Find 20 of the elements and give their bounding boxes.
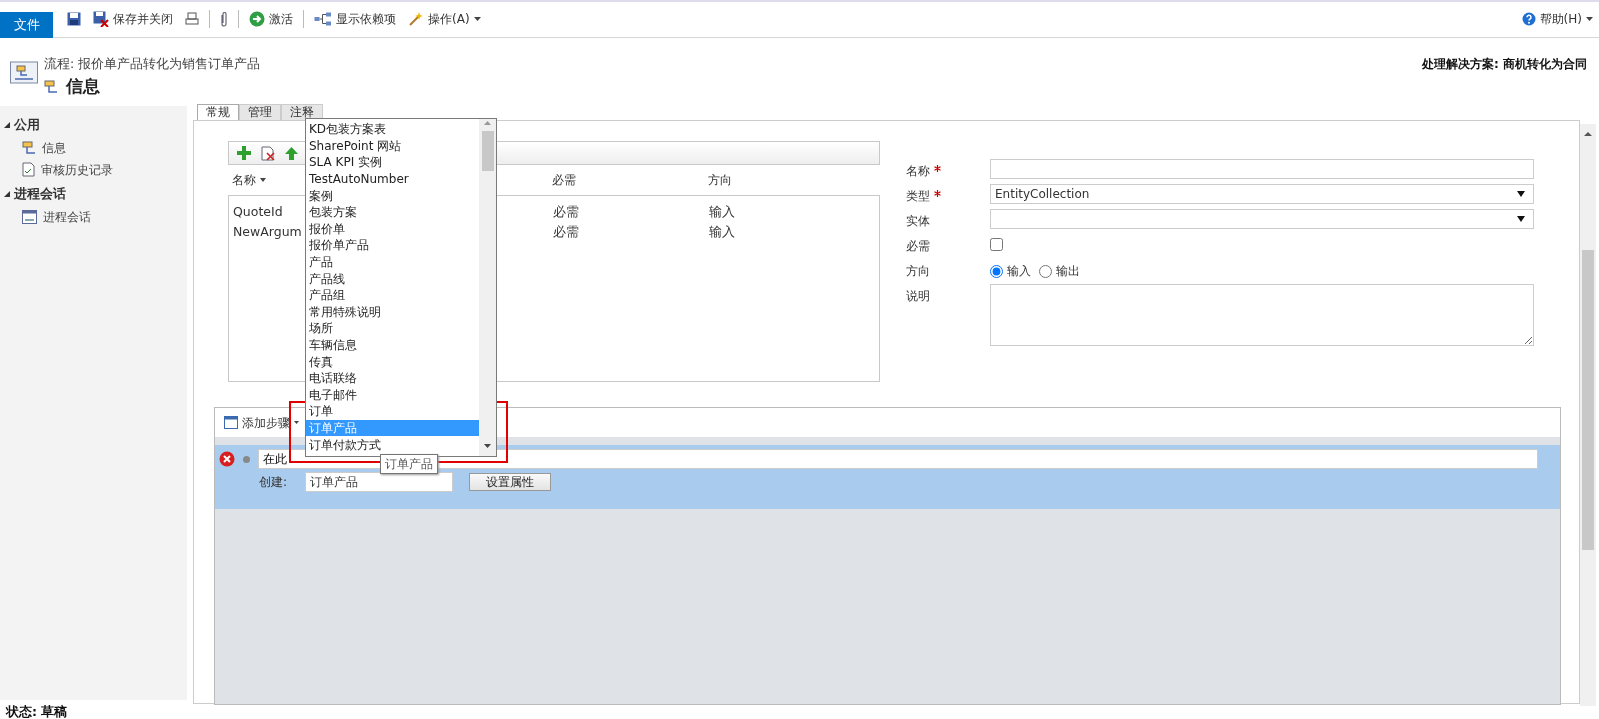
field-label: 必需 [906,238,930,255]
table-cell: 必需 [553,203,579,219]
field-label: 类型 [906,188,930,205]
status-text: 状态: 草稿 [6,703,68,719]
field-label: 方向 [906,263,930,280]
table-cell: 输入 [709,203,735,219]
table-cell: 输入 [709,223,735,239]
solution-label: 处理解决方案: 商机转化为合同 [1422,56,1588,73]
tooltip: 订单产品 [380,454,438,474]
field-label: 实体 [906,213,930,230]
page-title: 信息 [66,74,100,98]
radio-label: 输出 [1056,263,1080,280]
table-cell: QuoteId [233,203,283,219]
breadcrumb: 流程: 报价单产品转化为销售订单产品 [44,55,261,73]
field-label: 名称 [906,163,930,180]
radio-label: 输入 [1007,263,1031,280]
table-cell: 必需 [553,223,579,239]
field-label: 说明 [906,288,930,305]
field-label: 创建: [258,474,289,491]
table-cell: NewArgum [233,223,302,239]
